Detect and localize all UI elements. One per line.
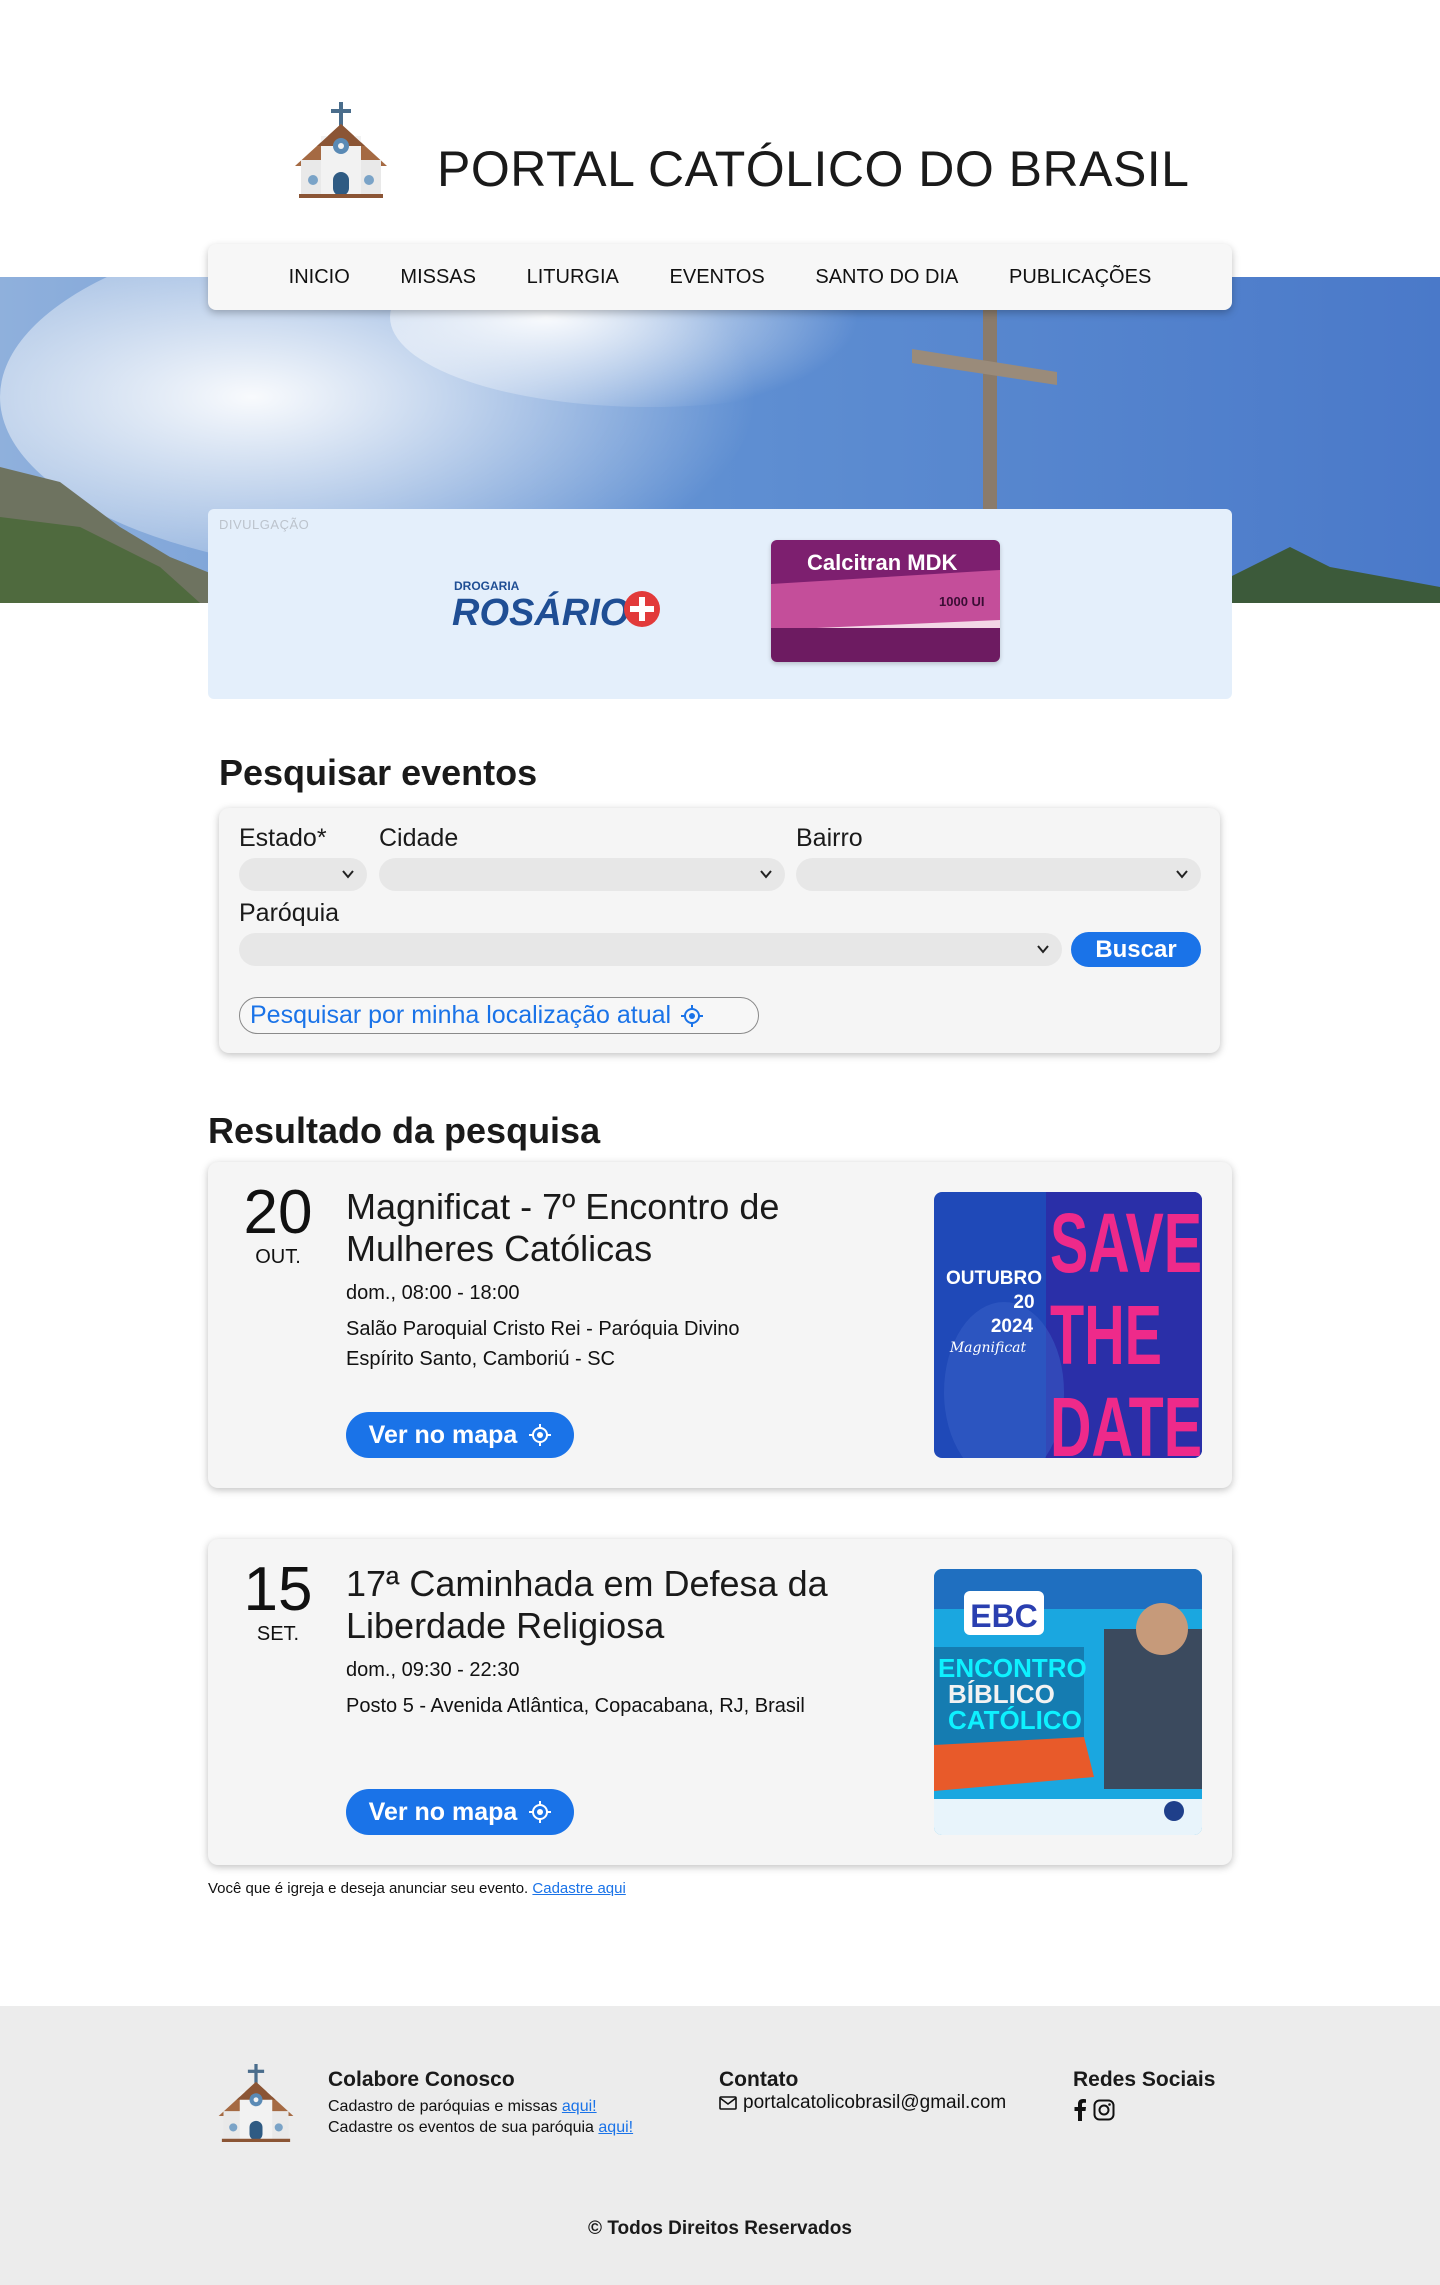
colabore-link-1[interactable]: aqui! [562, 2098, 597, 2115]
chevron-down-icon [1037, 945, 1049, 954]
nav-santo-do-dia[interactable]: SANTO DO DIA [815, 266, 958, 289]
location-target-icon [681, 1004, 704, 1027]
event-time: dom., 09:30 - 22:30 [346, 1659, 520, 1681]
event-month: OUT. [255, 1246, 301, 1268]
event-poster-image[interactable]: EBC ENCONTRO BÍBLICO CATÓLICO [934, 1569, 1202, 1835]
event-place: Salão Paroquial Cristo Rei - Paróquia Di… [346, 1318, 740, 1370]
colabore-title: Colabore Conosco [328, 2068, 515, 2091]
map-button-label: Ver no mapa [368, 1420, 518, 1449]
colabore-link-2[interactable]: aqui! [598, 2119, 633, 2136]
poster-line-3: CATÓLICO [948, 1705, 1082, 1735]
poster-slogan-1: SAVE [1050, 1196, 1202, 1290]
event-card: 15 SET. 17ª Caminhada em Defesa da Liber… [208, 1539, 1232, 1865]
poster-slogan-2: THE [1050, 1288, 1162, 1382]
calcitran-mdk-ad[interactable]: Calcitran MDK 1000 UI [771, 540, 1000, 662]
ad-label: DIVULGAÇÃO [219, 517, 310, 532]
cta-register-link[interactable]: Cadastre aqui [532, 1880, 625, 1897]
bairro-label: Bairro [796, 824, 863, 852]
event-day: 20 [243, 1178, 313, 1247]
search-card: Estado* Cidade Bairro Paróquia Buscar Pe… [219, 808, 1220, 1053]
estado-select[interactable] [239, 858, 367, 891]
results-title: Resultado da pesquisa [208, 1110, 601, 1151]
poster-day-text: 20 [1013, 1292, 1034, 1313]
nav-publicacoes[interactable]: PUBLICAÇÕES [1009, 266, 1151, 289]
chevron-down-icon [342, 870, 354, 879]
site-header: PORTAL CATÓLICO DO BRASIL [0, 0, 1440, 280]
poster-year-text: 2024 [991, 1316, 1034, 1337]
contact-email[interactable]: portalcatolicobrasil@gmail.com [719, 2092, 1006, 2114]
site-title: PORTAL CATÓLICO DO BRASIL [437, 141, 1190, 197]
colabore-text-1: Cadastro de paróquias e missas [328, 2098, 562, 2115]
map-button[interactable]: Ver no mapa [346, 1412, 574, 1458]
event-time: dom., 08:00 - 18:00 [346, 1282, 520, 1304]
location-target-icon [529, 1424, 552, 1446]
cidade-select[interactable] [379, 858, 785, 891]
facebook-icon[interactable] [1073, 2099, 1087, 2121]
poster-brand-text: EBC [970, 1598, 1038, 1634]
event-day: 15 [243, 1555, 313, 1624]
map-button-label: Ver no mapa [368, 1797, 518, 1826]
location-target-icon [529, 1801, 552, 1823]
contato-title: Contato [719, 2068, 799, 2091]
event-place: Posto 5 - Avenida Atlântica, Copacabana,… [346, 1695, 805, 1717]
chevron-down-icon [1176, 870, 1188, 879]
estado-label: Estado* [239, 824, 327, 852]
poster-name-text: Magnificat [949, 1340, 1027, 1356]
event-title: Magnificat - 7º Encontro de Mulheres Cat… [346, 1186, 780, 1269]
copyright: © Todos Direitos Reservados [588, 2218, 852, 2239]
bairro-select[interactable] [796, 858, 1201, 891]
nav-eventos[interactable]: EVENTOS [670, 266, 765, 289]
nav-missas[interactable]: MISSAS [400, 266, 476, 289]
search-title: Pesquisar eventos [219, 752, 538, 793]
map-button[interactable]: Ver no mapa [346, 1789, 574, 1835]
event-month: SET. [256, 1623, 300, 1645]
main-nav: INICIO MISSAS LITURGIA EVENTOS SANTO DO … [208, 244, 1232, 310]
colabore-text-2: Cadastre os eventos de sua paróquia [328, 2119, 599, 2136]
event-title: 17ª Caminhada em Defesa da Liberdade Rel… [346, 1563, 828, 1646]
ad-banner: DIVULGAÇÃO DROGARIA ROSÁRIO Calcitran MD… [208, 509, 1232, 699]
event-card: 20 OUT. Magnificat - 7º Encontro de Mulh… [208, 1162, 1232, 1488]
colabore-line-1: Cadastro de paróquias e missas aqui! [328, 2098, 597, 2116]
rosario-small-text: DROGARIA [454, 579, 520, 593]
poster-slogan-3: DATE [1050, 1380, 1202, 1458]
cta-message: Você que é igreja e deseja anunciar seu … [208, 1880, 533, 1897]
poster-month-text: OUTUBRO [946, 1268, 1042, 1289]
paroquia-select[interactable] [239, 933, 1062, 966]
calcitran-dose-text: 1000 UI [939, 594, 985, 609]
drogaria-rosario-ad[interactable]: DROGARIA ROSÁRIO [446, 573, 666, 635]
colabore-line-2: Cadastre os eventos de sua paróquia aqui… [328, 2119, 633, 2137]
location-search-button[interactable]: Pesquisar por minha localização atual [239, 997, 759, 1034]
redes-sociais-title: Redes Sociais [1073, 2068, 1216, 2091]
buscar-button[interactable]: Buscar [1071, 932, 1201, 967]
social-links [1073, 2099, 1115, 2121]
nav-liturgia[interactable]: LITURGIA [527, 266, 619, 289]
calcitran-brand-text: Calcitran MDK [807, 550, 957, 575]
site-footer: Colabore Conosco Cadastro de paróquias e… [0, 2006, 1440, 2285]
chevron-down-icon [760, 870, 772, 879]
contact-email-text: portalcatolicobrasil@gmail.com [743, 2092, 1007, 2113]
paroquia-label: Paróquia [239, 899, 340, 927]
mail-icon [719, 2096, 737, 2110]
rosario-brand-text: ROSÁRIO [452, 590, 629, 634]
church-logo-icon[interactable] [293, 102, 389, 198]
church-logo-icon[interactable] [217, 2064, 295, 2142]
cta-text: Você que é igreja e deseja anunciar seu … [208, 1880, 626, 1897]
instagram-icon[interactable] [1093, 2099, 1115, 2121]
nav-inicio[interactable]: INICIO [289, 266, 350, 289]
event-poster-image[interactable]: OUTUBRO 20 2024 Magnificat SAVE THE DATE [934, 1192, 1202, 1458]
location-search-label: Pesquisar por minha localização atual [250, 1001, 672, 1029]
cidade-label: Cidade [379, 824, 459, 852]
